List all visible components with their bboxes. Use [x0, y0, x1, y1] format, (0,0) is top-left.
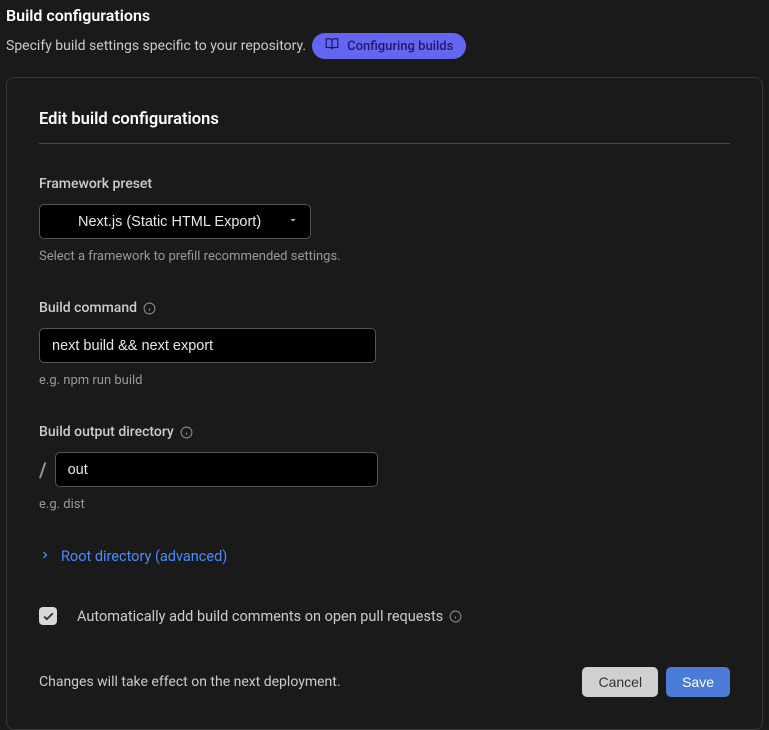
subtitle-row: Specify build settings specific to your … [6, 33, 763, 59]
build-command-field: Build command e.g. npm run build [39, 300, 730, 388]
page-title: Build configurations [6, 6, 763, 25]
framework-label: Framework preset [39, 176, 730, 192]
framework-hint: Select a framework to prefill recommende… [39, 249, 730, 264]
build-command-hint: e.g. npm run build [39, 373, 730, 388]
output-dir-input[interactable] [55, 452, 378, 487]
auto-comments-label: Automatically add build comments on open… [77, 608, 443, 625]
output-dir-field: Build output directory / e.g. dist [39, 424, 730, 512]
check-icon [42, 610, 55, 623]
chevron-right-icon [39, 548, 51, 565]
output-dir-hint: e.g. dist [39, 497, 730, 512]
footer-note: Changes will take effect on the next dep… [39, 674, 341, 690]
book-icon [325, 37, 339, 55]
save-button[interactable]: Save [666, 667, 730, 697]
output-dir-label: Build output directory [39, 424, 174, 440]
edit-card: Edit build configurations Framework pres… [6, 77, 763, 730]
card-title: Edit build configurations [39, 110, 730, 144]
auto-comments-checkbox[interactable] [39, 607, 57, 625]
info-icon[interactable] [449, 610, 462, 623]
footer-row: Changes will take effect on the next dep… [39, 667, 730, 697]
framework-field: Framework preset Next.js (Static HTML Ex… [39, 176, 730, 264]
build-command-input[interactable] [39, 328, 376, 363]
docs-link[interactable]: Configuring builds [312, 33, 466, 59]
auto-comments-row: Automatically add build comments on open… [39, 607, 730, 625]
info-icon[interactable] [143, 302, 156, 315]
docs-link-text: Configuring builds [347, 39, 453, 54]
framework-select[interactable]: Next.js (Static HTML Export) [39, 204, 311, 239]
path-prefix: / [39, 458, 47, 482]
root-directory-label: Root directory (advanced) [61, 548, 227, 565]
root-directory-toggle[interactable]: Root directory (advanced) [39, 548, 730, 565]
cancel-button[interactable]: Cancel [582, 667, 658, 697]
build-command-label: Build command [39, 300, 137, 316]
info-icon[interactable] [180, 426, 193, 439]
page-subtitle: Specify build settings specific to your … [6, 38, 306, 54]
